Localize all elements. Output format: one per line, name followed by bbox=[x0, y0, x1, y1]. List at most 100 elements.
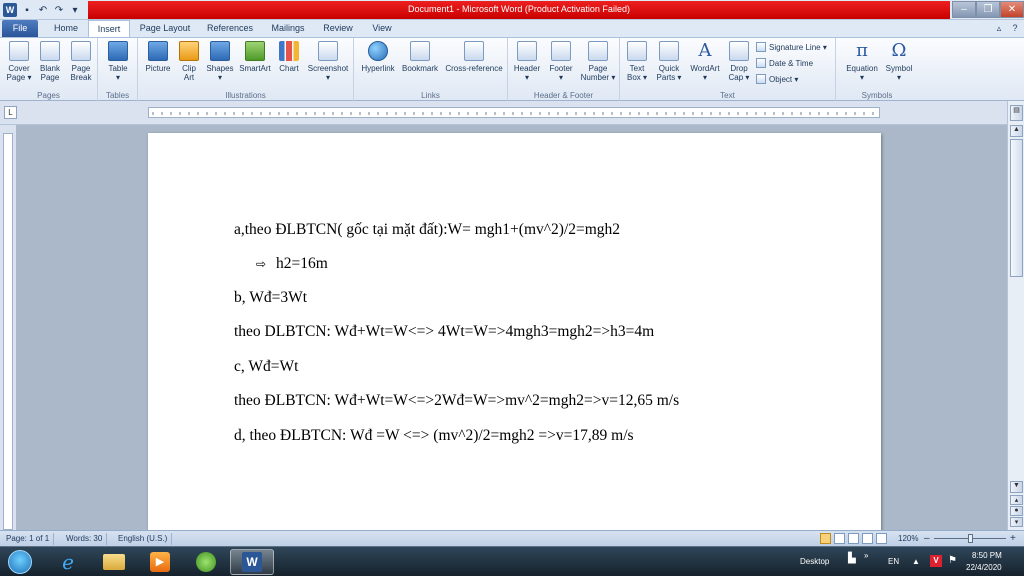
tab-file[interactable]: File bbox=[2, 20, 38, 37]
cover-page-button[interactable]: Cover Page ▾ bbox=[4, 41, 34, 82]
zoom-level[interactable]: 120% bbox=[894, 533, 922, 545]
doc-line[interactable]: h2=16m bbox=[276, 255, 328, 273]
date-time-button[interactable]: Date & Time bbox=[756, 58, 813, 68]
word-app-icon[interactable]: W bbox=[3, 3, 17, 17]
language-indicator[interactable]: English (U.S.) bbox=[114, 533, 173, 545]
web-layout-icon[interactable] bbox=[848, 533, 859, 544]
tab-home[interactable]: Home bbox=[44, 20, 88, 37]
print-layout-view-icon[interactable] bbox=[820, 533, 831, 544]
tab-references[interactable]: References bbox=[200, 20, 260, 37]
header-button[interactable]: Header ▾ bbox=[510, 41, 544, 82]
page-number-button[interactable]: Page Number ▾ bbox=[578, 41, 618, 82]
ribbon-insert: Cover Page ▾ Blank Page Page Break Pages… bbox=[0, 37, 1024, 101]
drop-cap-icon bbox=[729, 41, 749, 61]
taskbar-internet-explorer[interactable]: e bbox=[46, 549, 90, 575]
help-icon[interactable]: ? bbox=[1008, 20, 1022, 37]
bookmark-button[interactable]: Bookmark bbox=[400, 41, 440, 73]
scroll-down-icon[interactable]: ▼ bbox=[1010, 481, 1023, 493]
cover-page-icon bbox=[9, 41, 29, 61]
doc-line[interactable]: theo ĐLBTCN: Wđ+Wt=W<=>2Wđ=W=>mv^2=mgh2=… bbox=[234, 392, 679, 410]
zoom-slider-thumb[interactable] bbox=[968, 534, 973, 543]
table-button[interactable]: Table ▾ bbox=[102, 41, 134, 82]
page-count[interactable]: Page: 1 of 1 bbox=[2, 533, 55, 545]
tab-mailings[interactable]: Mailings bbox=[264, 20, 312, 37]
vertical-ruler[interactable] bbox=[0, 125, 16, 530]
screenshot-button[interactable]: Screenshot ▾ bbox=[304, 41, 352, 82]
browse-object-icon[interactable]: ● bbox=[1010, 506, 1023, 516]
doc-line[interactable]: c, Wđ=Wt bbox=[234, 358, 298, 376]
undo-icon[interactable]: ↶ bbox=[36, 3, 50, 17]
object-button[interactable]: Object ▾ bbox=[756, 74, 798, 84]
footer-button[interactable]: Footer ▾ bbox=[544, 41, 578, 82]
smartart-button[interactable]: SmartArt bbox=[236, 41, 274, 73]
language-bar[interactable]: EN bbox=[888, 557, 899, 566]
tab-selector-icon[interactable]: L bbox=[4, 106, 17, 119]
scroll-thumb[interactable] bbox=[1010, 139, 1023, 277]
taskbar-media-player[interactable]: ▶ bbox=[138, 549, 182, 575]
group-label: Links bbox=[421, 91, 440, 100]
tab-review[interactable]: Review bbox=[316, 20, 360, 37]
full-screen-reading-icon[interactable] bbox=[834, 533, 845, 544]
scroll-up-icon[interactable]: ▲ bbox=[1010, 125, 1023, 137]
ruler-ticks bbox=[152, 112, 874, 115]
taskbar-word[interactable]: W bbox=[230, 549, 274, 575]
horizontal-ruler[interactable]: L bbox=[0, 101, 1024, 125]
minimize-button[interactable]: – bbox=[952, 1, 976, 18]
outline-view-icon[interactable] bbox=[862, 533, 873, 544]
drop-cap-button[interactable]: Drop Cap ▾ bbox=[724, 41, 754, 82]
blank-page-button[interactable]: Blank Page bbox=[35, 41, 65, 82]
group-text: Text Box ▾ Quick Parts ▾ A WordArt ▾ Drop… bbox=[620, 38, 836, 101]
view-ruler-icon[interactable]: ▤ bbox=[1010, 105, 1023, 121]
symbol-button[interactable]: Ω Symbol ▾ bbox=[882, 40, 916, 83]
document-area[interactable]: a,theo ĐLBTCN( gốc tại mặt đất):W= mgh1+… bbox=[16, 125, 1007, 530]
doc-line[interactable]: a,theo ĐLBTCN( gốc tại mặt đất):W= mgh1+… bbox=[234, 221, 620, 239]
chart-button[interactable]: Chart bbox=[274, 41, 304, 73]
hyperlink-button[interactable]: Hyperlink bbox=[356, 41, 400, 73]
doc-line[interactable]: theo DLBTCN: Wđ+Wt=W<=> 4Wt=W=>4mgh3=mgh… bbox=[234, 323, 654, 341]
taskbar-file-explorer[interactable] bbox=[92, 549, 136, 575]
word-count[interactable]: Words: 30 bbox=[62, 533, 108, 545]
next-page-icon[interactable]: ▾ bbox=[1010, 517, 1023, 527]
save-icon[interactable]: ▪ bbox=[20, 3, 34, 17]
group-label: Pages bbox=[37, 91, 60, 100]
wordart-button[interactable]: A WordArt ▾ bbox=[686, 41, 724, 83]
page-break-button[interactable]: Page Break bbox=[66, 41, 96, 82]
minimize-ribbon-icon[interactable]: ▵ bbox=[992, 20, 1006, 37]
tab-view[interactable]: View bbox=[364, 20, 400, 37]
document-page[interactable]: a,theo ĐLBTCN( gốc tại mặt đất):W= mgh1+… bbox=[148, 133, 881, 530]
antivirus-icon[interactable]: V bbox=[930, 555, 942, 567]
doc-line[interactable]: d, theo ĐLBTCN: Wđ =W <=> (mv^2)/2=mgh2 … bbox=[234, 427, 634, 445]
tray-expand-icon[interactable]: » bbox=[864, 551, 868, 560]
doc-line[interactable]: b, Wđ=3Wt bbox=[234, 289, 307, 307]
redo-icon[interactable]: ↷ bbox=[52, 3, 66, 17]
show-hidden-icons[interactable]: ▲ bbox=[912, 557, 920, 566]
quick-parts-button[interactable]: Quick Parts ▾ bbox=[652, 41, 686, 82]
desktop-toolbar[interactable]: Desktop bbox=[800, 557, 829, 566]
text-box-button[interactable]: Text Box ▾ bbox=[622, 41, 652, 82]
picture-button[interactable]: Picture bbox=[140, 41, 176, 73]
action-center-icon[interactable]: ⚑ bbox=[948, 555, 957, 566]
taskbar-app[interactable] bbox=[184, 549, 228, 575]
tab-page-layout[interactable]: Page Layout bbox=[134, 20, 196, 37]
draft-view-icon[interactable] bbox=[876, 533, 887, 544]
omega-icon: Ω bbox=[891, 40, 907, 61]
cross-reference-button[interactable]: Cross-reference bbox=[442, 41, 506, 73]
network-icon[interactable]: ▙ bbox=[848, 553, 856, 564]
vertical-scrollbar[interactable]: ▤ ▲ ▼ ▴ ● ▾ bbox=[1007, 101, 1024, 530]
clip-art-button[interactable]: Clip Art bbox=[176, 41, 202, 82]
clock-date[interactable]: 22/4/2020 bbox=[966, 563, 1002, 572]
start-button[interactable] bbox=[2, 549, 38, 575]
restore-button[interactable]: ❐ bbox=[976, 1, 1000, 18]
smartart-icon bbox=[245, 41, 265, 61]
customize-qat-icon[interactable]: ▾ bbox=[68, 3, 82, 17]
zoom-out-button[interactable]: – bbox=[920, 533, 934, 545]
shapes-button[interactable]: Shapes ▾ bbox=[204, 41, 236, 82]
zoom-in-button[interactable]: + bbox=[1006, 533, 1020, 545]
equation-button[interactable]: π Equation ▾ bbox=[840, 41, 884, 83]
close-button[interactable]: ✕ bbox=[1000, 1, 1024, 18]
clock-time[interactable]: 8:50 PM bbox=[972, 551, 1002, 560]
previous-page-icon[interactable]: ▴ bbox=[1010, 495, 1023, 505]
ruler-strip[interactable] bbox=[148, 107, 880, 118]
tab-insert[interactable]: Insert bbox=[88, 20, 130, 37]
signature-line-button[interactable]: Signature Line ▾ bbox=[756, 42, 827, 52]
